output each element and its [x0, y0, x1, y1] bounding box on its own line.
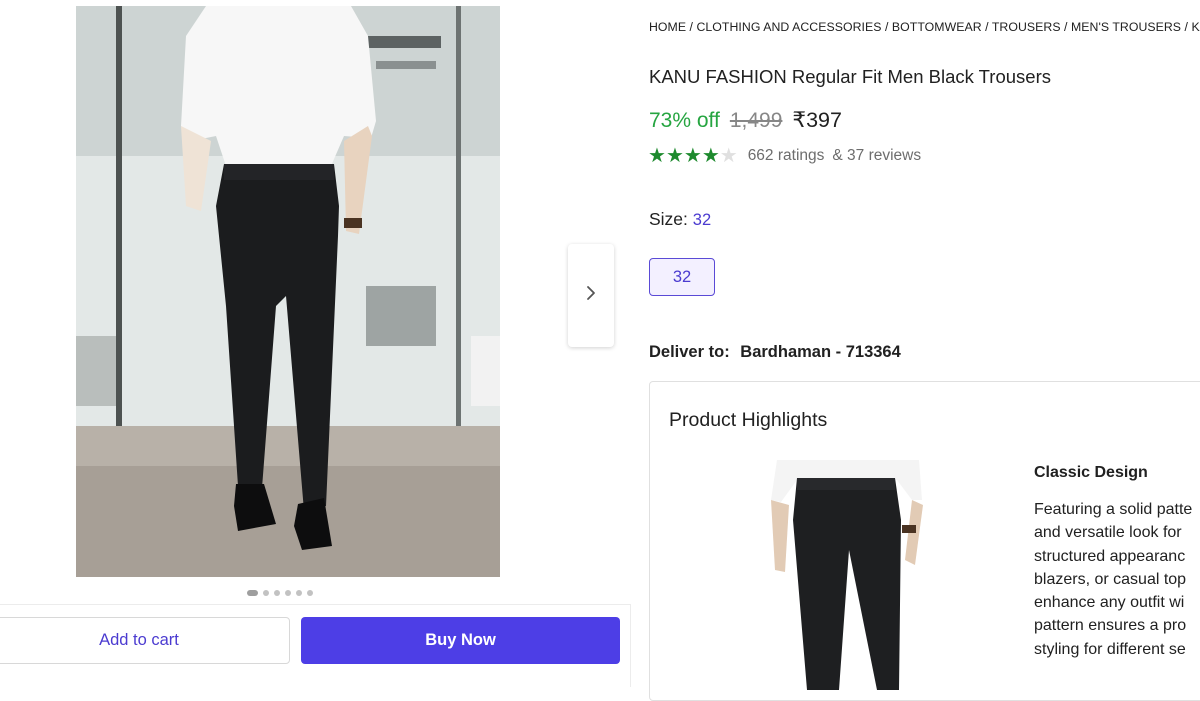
discount-percent: 73% off: [649, 109, 720, 132]
star-icon: ★: [665, 145, 684, 167]
highlight-line: and versatile look for: [1034, 524, 1182, 542]
carousel-dot[interactable]: [247, 590, 258, 596]
original-price: 1,499: [729, 109, 783, 132]
highlight-description: Featuring a solid patte and versatile lo…: [1034, 498, 1200, 661]
selling-price: ₹397: [792, 108, 842, 132]
carousel-dot[interactable]: [307, 590, 313, 596]
deliver-to-label: Deliver to:: [649, 343, 730, 361]
add-to-cart-button[interactable]: Add to cart: [0, 617, 290, 664]
carousel-dot[interactable]: [296, 590, 302, 596]
highlights-title: Product Highlights: [669, 409, 828, 431]
highlight-line: Featuring a solid patte: [1034, 501, 1193, 518]
highlight-image: [767, 460, 927, 690]
star-icon: ★: [701, 145, 720, 167]
ratings-count: 662 ratings: [747, 147, 825, 164]
highlight-line: blazers, or casual top: [1034, 570, 1187, 588]
action-bar: Add to cart Buy Now: [0, 604, 631, 687]
highlight-line: structured appearanc: [1034, 547, 1186, 565]
delivery-pincode: Bardhaman - 713364: [740, 343, 901, 361]
highlight-line: styling for different se: [1034, 640, 1186, 658]
next-image-button[interactable]: [568, 244, 614, 347]
star-rating: ★ ★ ★ ★ ★: [648, 146, 738, 166]
product-main-image[interactable]: [76, 6, 500, 577]
carousel-dot[interactable]: [274, 590, 280, 596]
rating-row[interactable]: ★ ★ ★ ★ ★ 662 ratings & 37 reviews: [648, 146, 921, 166]
size-option-32[interactable]: 32: [649, 258, 715, 296]
size-label: Size:: [649, 209, 688, 229]
carousel-dot[interactable]: [263, 590, 269, 596]
price-row: 73% off 1,499 ₹397: [649, 108, 842, 133]
product-title: KANU FASHION Regular Fit Men Black Trous…: [649, 66, 1051, 87]
carousel-dot[interactable]: [285, 590, 291, 596]
reviews-count: & 37 reviews: [832, 147, 922, 164]
star-icon: ★: [683, 145, 702, 167]
chevron-right-icon: [585, 285, 597, 306]
star-icon: ★: [719, 145, 738, 167]
image-carousel-dots: [247, 590, 313, 596]
selected-size-value: 32: [692, 211, 712, 229]
size-label-row: Size: 32: [649, 209, 711, 230]
product-highlights-card: Product Highlights Classic Design Featur…: [649, 381, 1200, 701]
breadcrumb[interactable]: HOME / CLOTHING AND ACCESSORIES / BOTTOM…: [649, 20, 1200, 34]
star-icon: ★: [648, 145, 666, 167]
buy-now-button[interactable]: Buy Now: [301, 617, 620, 664]
highlight-heading: Classic Design: [1034, 464, 1148, 481]
delivery-location[interactable]: Deliver to: Bardhaman - 713364: [649, 343, 901, 362]
highlight-line: enhance any outfit wi: [1034, 594, 1185, 612]
highlight-line: pattern ensures a pro: [1034, 617, 1187, 635]
